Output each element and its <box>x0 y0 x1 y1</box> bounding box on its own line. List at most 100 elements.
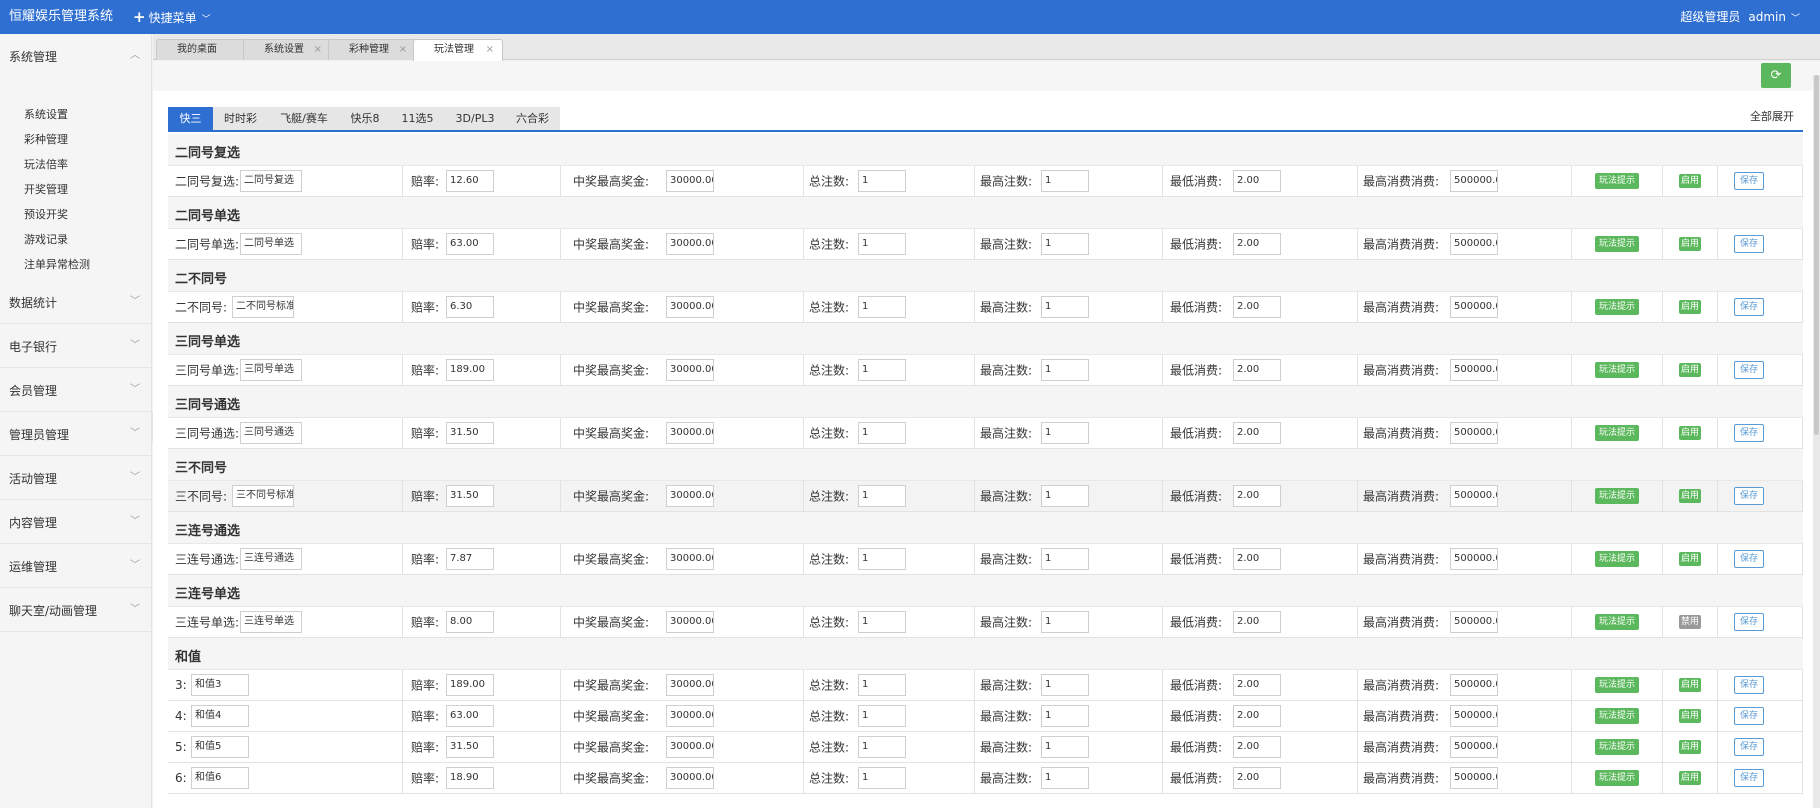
total-bets-input[interactable]: 1 <box>858 674 906 696</box>
tab-kl8[interactable]: 快乐8 <box>340 107 390 130</box>
play-name-input[interactable]: 三连号单选 <box>240 611 302 633</box>
play-tip-button[interactable]: 玩法提示 <box>1595 551 1639 567</box>
min-spend-input[interactable]: 2.00 <box>1233 422 1281 444</box>
status-badge[interactable]: 禁用 <box>1679 615 1701 629</box>
total-bets-input[interactable]: 1 <box>858 422 906 444</box>
save-button[interactable]: 保存 <box>1734 676 1764 694</box>
sidebar-group-members[interactable]: 会员管理 ﹀ <box>0 368 152 412</box>
max-bets-input[interactable]: 1 <box>1041 422 1089 444</box>
sidebar-group-operations[interactable]: 运维管理 ﹀ <box>0 544 152 588</box>
sidebar-item-draw-management[interactable]: 开奖管理 <box>0 177 152 202</box>
play-tip-button[interactable]: 玩法提示 <box>1595 770 1639 786</box>
total-bets-input[interactable]: 1 <box>858 359 906 381</box>
max-bets-input[interactable]: 1 <box>1041 611 1089 633</box>
page-tab-desktop[interactable]: 我的桌面 <box>156 39 246 60</box>
play-tip-button[interactable]: 玩法提示 <box>1595 236 1639 252</box>
play-tip-button[interactable]: 玩法提示 <box>1595 299 1639 315</box>
min-spend-input[interactable]: 2.00 <box>1233 359 1281 381</box>
max-spend-input[interactable]: 500000.0 <box>1450 359 1498 381</box>
play-name-input[interactable]: 三同号单选 <box>240 359 302 381</box>
total-bets-input[interactable]: 1 <box>858 296 906 318</box>
odds-input[interactable]: 31.50 <box>446 485 494 507</box>
sidebar-item-lottery-management[interactable]: 彩种管理 <box>0 127 152 152</box>
save-button[interactable]: 保存 <box>1734 769 1764 787</box>
close-icon[interactable]: × <box>486 40 494 60</box>
play-name-input[interactable]: 和值3 <box>191 674 249 696</box>
odds-input[interactable]: 31.50 <box>446 736 494 758</box>
close-icon[interactable]: × <box>314 40 322 60</box>
min-spend-input[interactable]: 2.00 <box>1233 611 1281 633</box>
save-button[interactable]: 保存 <box>1734 550 1764 568</box>
page-tab-lottery-management[interactable]: 彩种管理 × <box>328 39 416 60</box>
total-bets-input[interactable]: 1 <box>858 611 906 633</box>
max-bets-input[interactable]: 1 <box>1041 548 1089 570</box>
sidebar-item-game-records[interactable]: 游戏记录 <box>0 227 152 252</box>
odds-input[interactable]: 18.90 <box>446 767 494 789</box>
status-badge[interactable]: 启用 <box>1679 489 1701 503</box>
max-prize-input[interactable]: 30000.00 <box>666 767 714 789</box>
sidebar-item-system-settings[interactable]: 系统设置 <box>0 102 152 127</box>
max-spend-input[interactable]: 500000.0 <box>1450 736 1498 758</box>
sidebar-group-system[interactable]: 系统管理 ︿ <box>0 34 152 78</box>
save-button[interactable]: 保存 <box>1734 172 1764 190</box>
status-badge[interactable]: 启用 <box>1679 174 1701 188</box>
play-name-input[interactable]: 和值4 <box>191 705 249 727</box>
max-bets-input[interactable]: 1 <box>1041 233 1089 255</box>
play-tip-button[interactable]: 玩法提示 <box>1595 425 1639 441</box>
min-spend-input[interactable]: 2.00 <box>1233 485 1281 507</box>
max-spend-input[interactable]: 500000.0 <box>1450 548 1498 570</box>
save-button[interactable]: 保存 <box>1734 487 1764 505</box>
total-bets-input[interactable]: 1 <box>858 767 906 789</box>
sidebar-item-preset-draw[interactable]: 预设开奖 <box>0 202 152 227</box>
play-name-input[interactable]: 和值5 <box>191 736 249 758</box>
save-button[interactable]: 保存 <box>1734 738 1764 756</box>
tab-pk10[interactable]: 飞艇/赛车 <box>268 107 340 130</box>
odds-input[interactable]: 7.87 <box>446 548 494 570</box>
tab-11x5[interactable]: 11选5 <box>390 107 445 130</box>
max-bets-input[interactable]: 1 <box>1041 485 1089 507</box>
sidebar-group-chat[interactable]: 聊天室/动画管理 ﹀ <box>0 588 152 632</box>
max-prize-input[interactable]: 30000.00 <box>666 548 714 570</box>
page-tab-system-settings[interactable]: 系统设置 × <box>243 39 331 60</box>
status-badge[interactable]: 启用 <box>1679 771 1701 785</box>
odds-input[interactable]: 12.60 <box>446 170 494 192</box>
max-spend-input[interactable]: 500000.0 <box>1450 674 1498 696</box>
play-name-input[interactable]: 三不同号标准 <box>232 485 294 507</box>
status-badge[interactable]: 启用 <box>1679 709 1701 723</box>
play-tip-button[interactable]: 玩法提示 <box>1595 739 1639 755</box>
min-spend-input[interactable]: 2.00 <box>1233 170 1281 192</box>
scrollbar-thumb[interactable] <box>1814 75 1819 435</box>
max-spend-input[interactable]: 500000.0 <box>1450 296 1498 318</box>
min-spend-input[interactable]: 2.00 <box>1233 736 1281 758</box>
total-bets-input[interactable]: 1 <box>858 736 906 758</box>
sidebar-group-admins[interactable]: 管理员管理 ﹀ <box>0 412 152 456</box>
odds-input[interactable]: 6.30 <box>446 296 494 318</box>
play-tip-button[interactable]: 玩法提示 <box>1595 173 1639 189</box>
min-spend-input[interactable]: 2.00 <box>1233 674 1281 696</box>
sidebar-item-bet-anomaly[interactable]: 注单异常检测 <box>0 252 152 277</box>
play-name-input[interactable]: 三连号通选 <box>240 548 302 570</box>
max-prize-input[interactable]: 30000.00 <box>666 674 714 696</box>
save-button[interactable]: 保存 <box>1734 298 1764 316</box>
sidebar-group-content[interactable]: 内容管理 ﹀ <box>0 500 152 544</box>
page-tab-play-management[interactable]: 玩法管理 × <box>413 39 503 61</box>
save-button[interactable]: 保存 <box>1734 707 1764 725</box>
play-tip-button[interactable]: 玩法提示 <box>1595 488 1639 504</box>
play-name-input[interactable]: 二同号单选 <box>240 233 302 255</box>
quick-menu-button[interactable]: + 快捷菜单 ﹀ <box>133 0 211 37</box>
sidebar-group-statistics[interactable]: 数据统计 ﹀ <box>0 280 152 324</box>
max-spend-input[interactable]: 500000.0 <box>1450 170 1498 192</box>
max-spend-input[interactable]: 500000.0 <box>1450 233 1498 255</box>
max-spend-input[interactable]: 500000.0 <box>1450 705 1498 727</box>
max-spend-input[interactable]: 500000.0 <box>1450 611 1498 633</box>
play-name-input[interactable]: 和值6 <box>191 767 249 789</box>
save-button[interactable]: 保存 <box>1734 424 1764 442</box>
min-spend-input[interactable]: 2.00 <box>1233 296 1281 318</box>
max-prize-input[interactable]: 30000.00 <box>666 611 714 633</box>
min-spend-input[interactable]: 2.00 <box>1233 548 1281 570</box>
min-spend-input[interactable]: 2.00 <box>1233 767 1281 789</box>
max-prize-input[interactable]: 30000.00 <box>666 359 714 381</box>
max-bets-input[interactable]: 1 <box>1041 296 1089 318</box>
refresh-button[interactable]: ⟳ <box>1761 63 1791 88</box>
odds-input[interactable]: 189.00 <box>446 674 494 696</box>
